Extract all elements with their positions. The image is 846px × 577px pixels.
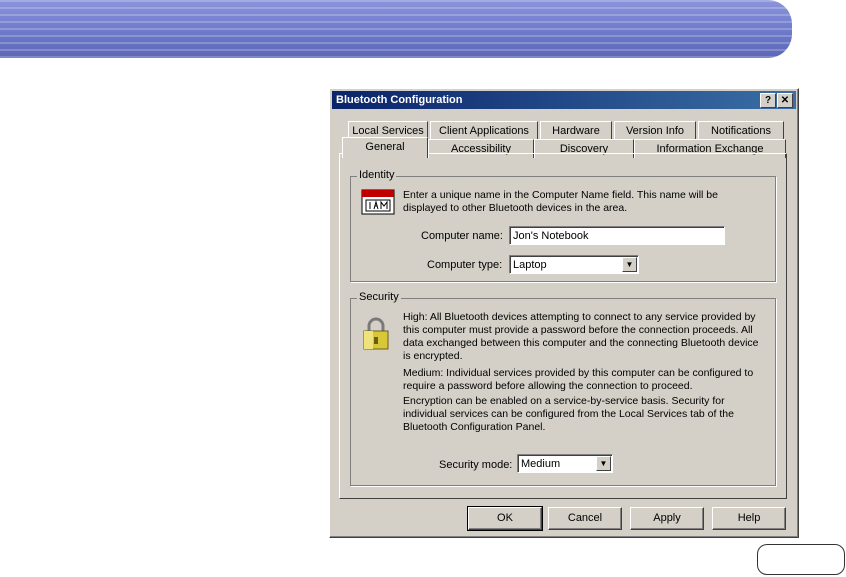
identity-group-label: Identity: [357, 169, 397, 181]
padlock-icon: [363, 317, 389, 350]
help-title-button[interactable]: ?: [760, 93, 776, 108]
security-high-text: High: All Bluetooth devices attempting t…: [403, 311, 759, 362]
security-encryption-text: Encryption can be enabled on a service-b…: [403, 395, 734, 433]
security-mode-value: Medium: [521, 458, 561, 470]
name-badge-icon: [361, 189, 395, 215]
tab-version-info[interactable]: Version Info: [614, 121, 696, 140]
tab-general[interactable]: General: [342, 137, 428, 158]
tab-hardware[interactable]: Hardware: [540, 121, 612, 140]
help-button[interactable]: Help: [712, 507, 786, 530]
computer-type-value: Laptop: [513, 259, 547, 271]
dialog-titlebar: Bluetooth Configuration ? ✕: [332, 91, 796, 109]
security-group-label: Security: [357, 291, 401, 303]
apply-button[interactable]: Apply: [630, 507, 704, 530]
cancel-button[interactable]: Cancel: [548, 507, 622, 530]
chevron-down-icon[interactable]: ▼: [622, 257, 637, 272]
chevron-down-icon[interactable]: ▼: [596, 456, 611, 471]
security-medium-text: Medium: Individual services provided by …: [403, 367, 754, 392]
bluetooth-configuration-dialog: Bluetooth Configuration ? ✕ Local Servic…: [329, 88, 799, 538]
tab-notifications[interactable]: Notifications: [698, 121, 784, 140]
computer-type-label: Computer type:: [427, 259, 503, 271]
header-banner: [0, 0, 792, 58]
computer-type-select[interactable]: Laptop ▼: [509, 255, 639, 274]
computer-name-label: Computer name:: [421, 230, 503, 242]
general-tab-panel: Identity Enter a unique name in the Comp…: [339, 153, 787, 499]
close-title-button[interactable]: ✕: [777, 93, 793, 108]
dialog-title: Bluetooth Configuration: [336, 94, 463, 106]
security-group: Security High: All Bluetooth devices att…: [350, 291, 776, 486]
identity-group: Identity Enter a unique name in the Comp…: [350, 169, 776, 282]
computer-name-input[interactable]: Jon's Notebook: [509, 226, 725, 245]
tab-client-applications[interactable]: Client Applications: [430, 121, 538, 140]
page-number-box: [757, 544, 845, 575]
security-mode-select[interactable]: Medium ▼: [517, 454, 613, 473]
identity-description: Enter a unique name in the Computer Name…: [403, 189, 718, 214]
ok-button[interactable]: OK: [467, 506, 543, 531]
security-mode-label: Security mode:: [439, 459, 513, 471]
